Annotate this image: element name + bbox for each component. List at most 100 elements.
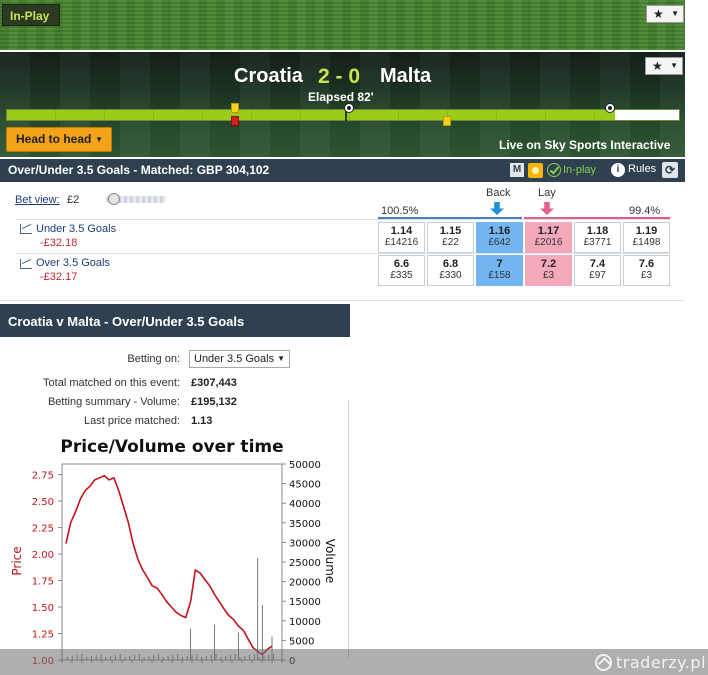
root: In-Play ★ ▼ ★ ▼ Croatia 2 - 0 Malta Elap… — [0, 0, 708, 675]
inplay-check-icon — [547, 163, 561, 177]
refresh-icon[interactable]: ⟳ — [662, 162, 678, 178]
live-broadcast-label: Live on Sky Sports Interactive — [499, 138, 671, 152]
odds-volume: £158 — [488, 270, 511, 281]
volume-tick-label: 20000 — [289, 578, 321, 589]
best-back-cell[interactable]: 7 £158 — [476, 255, 523, 286]
odds-volume: £3 — [640, 270, 653, 281]
red-card-icon — [231, 116, 239, 126]
back-header: Back — [486, 187, 511, 199]
runner-name[interactable]: Under 3.5 Goals — [36, 223, 116, 235]
market-header: Over/Under 3.5 Goals - Matched: GBP 304,… — [0, 159, 685, 182]
m-badge-icon[interactable]: M — [510, 163, 524, 177]
head-to-head-label: Head to head — [16, 132, 92, 146]
star-icon: ★ — [652, 59, 663, 73]
volume-tick-label: 45000 — [289, 480, 321, 491]
odds-price: 7.4 — [589, 258, 606, 270]
odds-cell[interactable]: 1.19 £1498 — [623, 222, 670, 253]
back-arrow-icon — [490, 202, 504, 215]
star-icon: ★ — [653, 7, 664, 21]
odds-cell[interactable]: 6.8 £330 — [427, 255, 474, 286]
best-lay-cell[interactable]: 1.17 £2016 — [525, 222, 572, 253]
odds-price: 7 — [496, 258, 503, 270]
betting-summary-label: Betting summary - Volume: — [47, 396, 180, 408]
goal-ball-icon — [344, 103, 354, 113]
price-tick-label: 1.50 — [32, 603, 54, 614]
best-back-cell[interactable]: 1.16 £642 — [476, 222, 523, 253]
chevron-down-icon: ▼ — [670, 61, 678, 70]
chart-title: Price/Volume over time — [60, 437, 283, 457]
odds-price: 6.8 — [442, 258, 459, 270]
odds-volume: £330 — [439, 270, 462, 281]
volume-tick-label: 40000 — [289, 499, 321, 510]
volume-tick-label: 50000 — [289, 460, 321, 471]
odds-price: 1.19 — [635, 225, 658, 237]
yellow-card-icon — [443, 116, 451, 126]
betting-on-select[interactable]: Under 3.5 Goals ▼ — [189, 350, 290, 368]
sun-icon[interactable] — [528, 163, 543, 178]
odds-cell[interactable]: 7.6 £3 — [623, 255, 670, 286]
chart-icon[interactable] — [20, 259, 32, 269]
match-score: 2 - 0 — [318, 65, 361, 88]
inplay-label: In-play — [563, 164, 597, 176]
bet-view-slider[interactable] — [106, 193, 166, 205]
best-lay-cell[interactable]: 7.2 £3 — [525, 255, 572, 286]
odds-price: 1.18 — [586, 225, 609, 237]
market-bottom-divider — [0, 300, 685, 301]
info-icon[interactable]: i — [611, 163, 625, 177]
inplay-banner: In-Play ★ ▼ — [0, 0, 685, 50]
odds-cell[interactable]: 6.6 £335 — [378, 255, 425, 286]
odds-volume: £1498 — [632, 237, 661, 248]
odds-volume: £642 — [488, 237, 511, 248]
odds-price: 7.6 — [638, 258, 655, 270]
chevron-down-icon: ▼ — [277, 354, 285, 363]
odds-price: 1.14 — [390, 225, 413, 237]
bet-view-link[interactable]: Bet view: — [15, 194, 60, 206]
volume-tick-label: 5000 — [289, 636, 314, 647]
betting-on-value: Under 3.5 Goals — [194, 353, 275, 365]
chevron-down-icon: ▼ — [95, 135, 103, 144]
elapsed-time: Elapsed 82' — [308, 90, 374, 104]
runner-profit-loss: -£32.17 — [40, 271, 78, 283]
lay-overround: 99.4% — [629, 205, 661, 217]
volume-tick-label: 10000 — [289, 617, 321, 628]
home-team: Croatia — [234, 65, 303, 87]
back-overround: 100.5% — [381, 205, 419, 217]
betting-on-label: Betting on: — [127, 353, 180, 365]
favourite-match-button[interactable]: ★ ▼ — [645, 57, 683, 75]
odds-cell[interactable]: 1.14 £14216 — [378, 222, 425, 253]
betting-summary-value: £195,132 — [191, 396, 237, 408]
odds-cell[interactable]: 7.4 £97 — [574, 255, 621, 286]
last-price-label: Last price matched: — [84, 415, 180, 427]
slider-knob[interactable] — [108, 193, 120, 205]
rules-link[interactable]: Rules — [628, 163, 656, 175]
head-to-head-button[interactable]: Head to head ▼ — [6, 127, 112, 152]
last-price-value: 1.13 — [191, 415, 213, 427]
odds-price: 7.2 — [540, 258, 557, 270]
traderzy-logo-icon — [595, 654, 612, 671]
row-divider — [15, 219, 670, 220]
volume-axis-label: Volume — [323, 539, 337, 584]
bet-view-value: £2 — [67, 194, 80, 206]
odds-cell[interactable]: 1.18 £3771 — [574, 222, 621, 253]
scoreboard: ★ ▼ Croatia 2 - 0 Malta Elapsed 82' Head… — [0, 52, 685, 157]
chart-icon[interactable] — [20, 224, 32, 234]
runner-name[interactable]: Over 3.5 Goals — [36, 257, 110, 269]
yellow-card-icon — [231, 103, 239, 113]
lay-arrow-icon — [540, 202, 554, 215]
inplay-tag[interactable]: In-Play — [2, 4, 60, 26]
odds-volume: £22 — [442, 237, 459, 248]
price-tick-label: 2.75 — [32, 471, 54, 482]
price-tick-label: 1.75 — [32, 577, 54, 588]
odds-volume: £335 — [390, 270, 413, 281]
runner-profit-loss: -£32.18 — [40, 237, 78, 249]
odds-volume: £3771 — [583, 237, 612, 248]
plot-area — [61, 463, 283, 661]
odds-volume: £2016 — [534, 237, 563, 248]
total-matched-value: £307,443 — [191, 377, 237, 389]
goal-ball-icon — [605, 103, 615, 113]
odds-cell[interactable]: 1.15 £22 — [427, 222, 474, 253]
watermark-strip: traderzy.pl — [0, 649, 708, 675]
away-team: Malta — [380, 65, 432, 87]
odds-price: 6.6 — [393, 258, 410, 270]
favourite-button[interactable]: ★ ▼ — [646, 5, 684, 23]
